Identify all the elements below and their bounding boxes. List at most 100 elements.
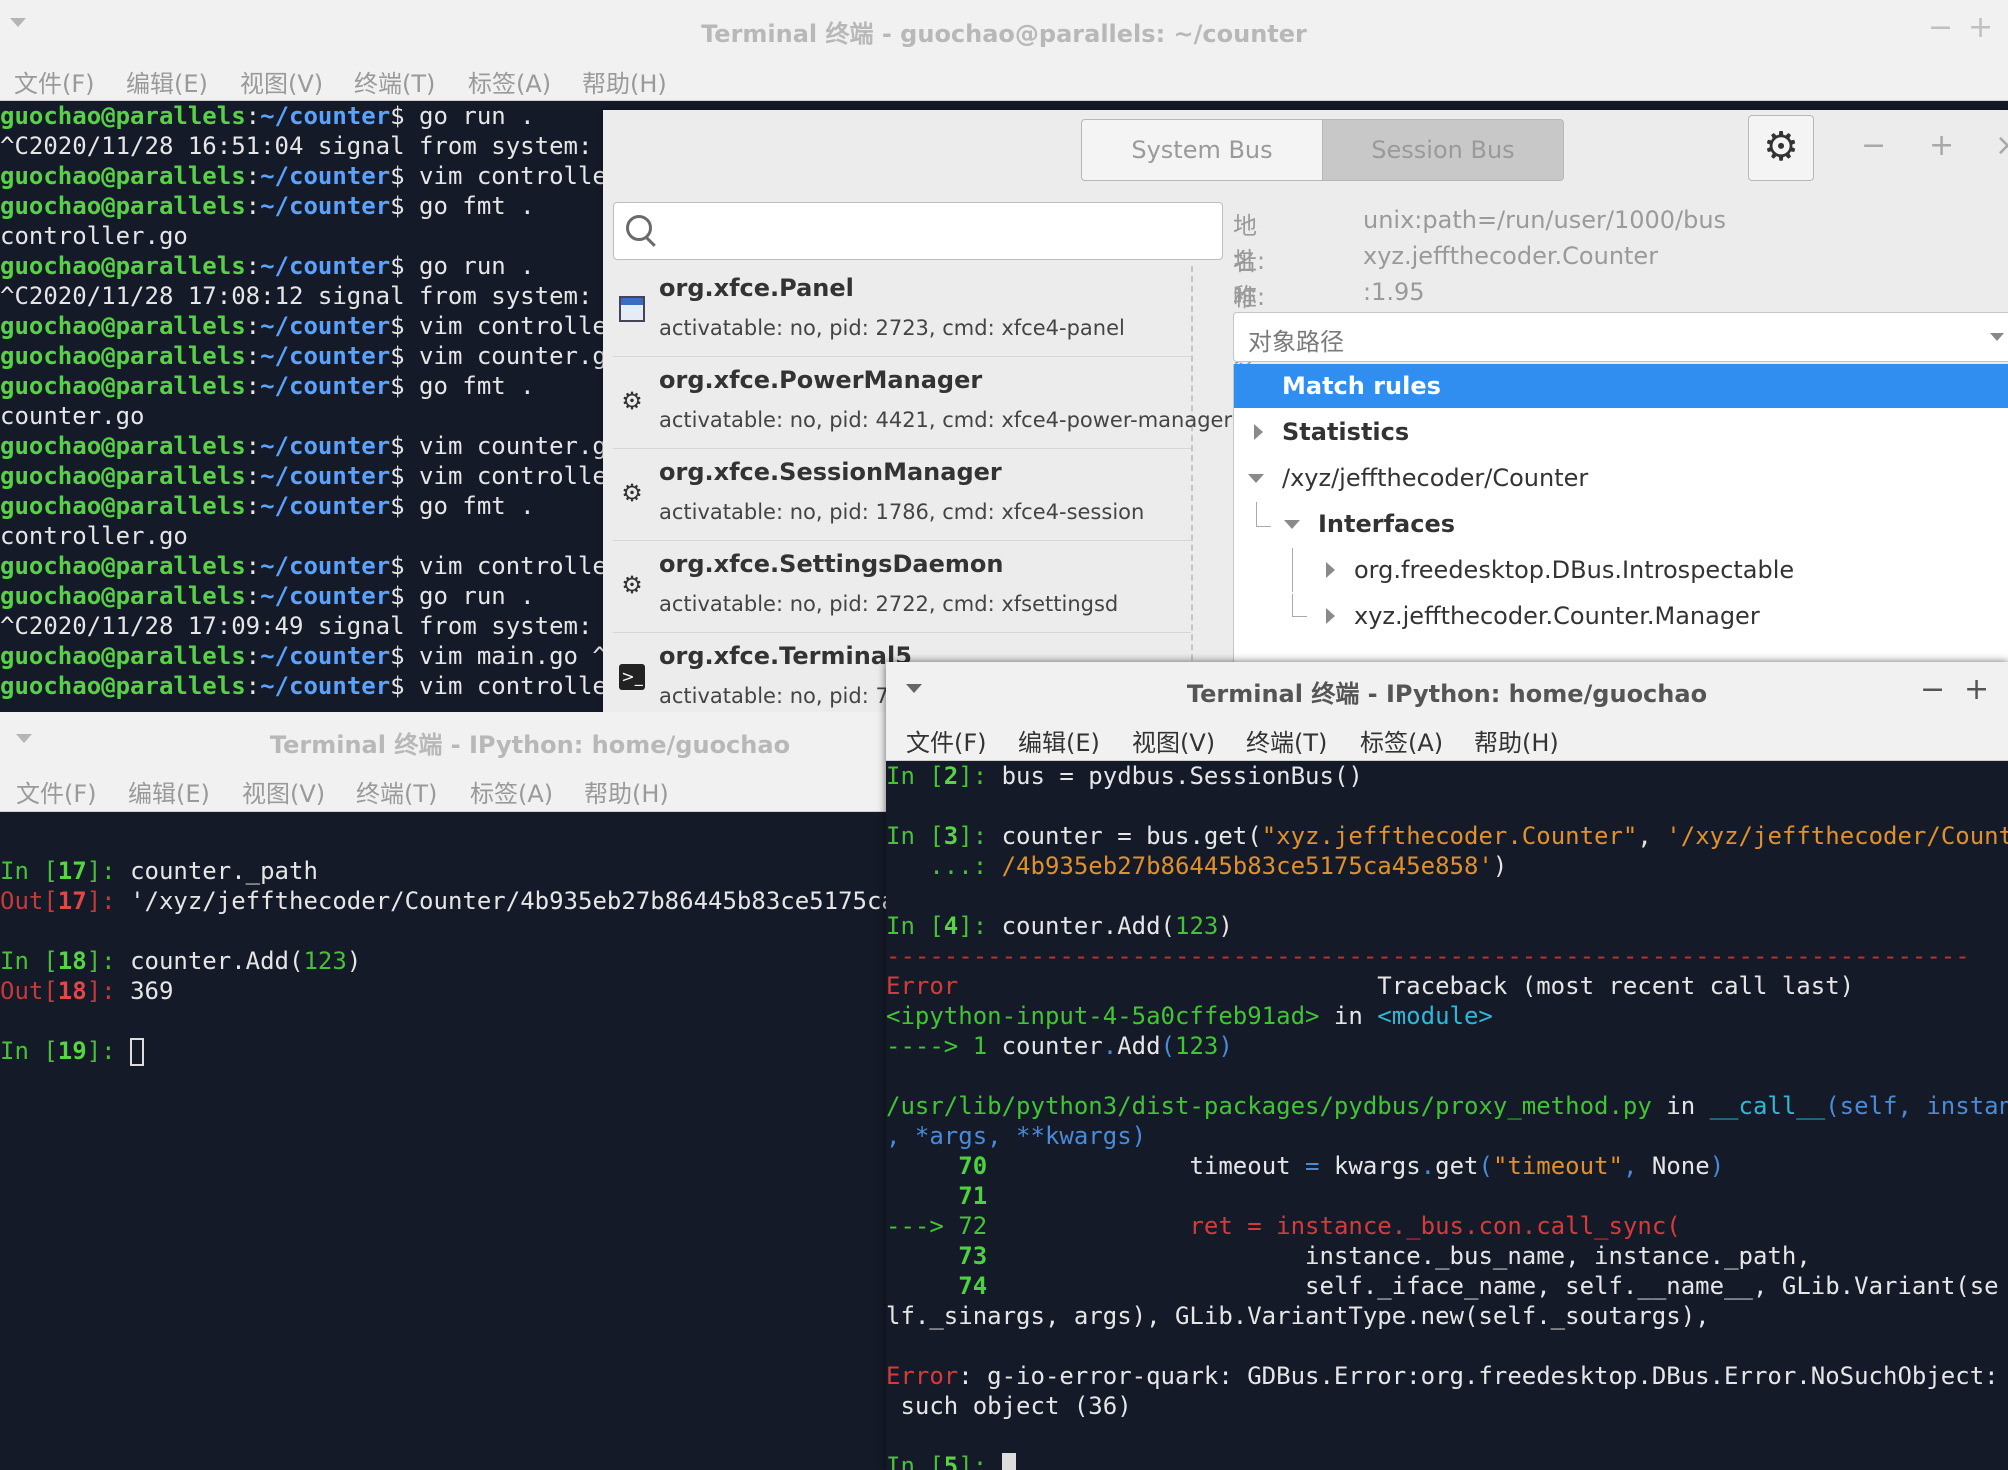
in-line-2: In [2]: bus = pydbus.SessionBus() bbox=[886, 762, 1363, 790]
in-line-18: In [18]: counter.Add(123) bbox=[0, 947, 362, 975]
maximize-icon[interactable]: + bbox=[1929, 128, 1954, 163]
menu-bar: 文件(F) 编辑(E) 视图(V) 终端(T) 标签(A) 帮助(H) bbox=[0, 58, 2008, 101]
error-message: Error: g-io-error-quark: GDBus.Error:org… bbox=[886, 1362, 2008, 1390]
separator-line: ----------------------------------------… bbox=[886, 942, 1970, 970]
service-list[interactable]: org.xfce.Panel activatable: no, pid: 272… bbox=[613, 266, 1232, 720]
terminal-line: ^C2020/11/28 17:08:12 signal from system… bbox=[0, 282, 593, 310]
terminal-line: guochao@parallels:~/counter$ vim control… bbox=[0, 462, 622, 490]
menu-file[interactable]: 文件(F) bbox=[14, 64, 95, 99]
menu-edit[interactable]: 编辑(E) bbox=[128, 774, 210, 809]
search-icon bbox=[626, 215, 652, 241]
menu-help[interactable]: 帮助(H) bbox=[584, 774, 669, 809]
in-line-19[interactable]: In [19]: bbox=[0, 1036, 145, 1066]
session-bus-tab[interactable]: Session Bus bbox=[1322, 119, 1564, 181]
menu-view[interactable]: 视图(V) bbox=[1132, 723, 1215, 758]
address-value: unix:path=/run/user/1000/bus bbox=[1363, 206, 1727, 234]
menu-tabs[interactable]: 标签(A) bbox=[470, 774, 553, 809]
gear-icon: ⚙ bbox=[621, 479, 643, 507]
text-cursor bbox=[130, 1038, 145, 1066]
in-line-17: In [17]: counter._path bbox=[0, 857, 318, 885]
in-line-5[interactable]: In [5]: bbox=[886, 1451, 1016, 1470]
window-title: Terminal 终端 - IPython: home/guochao bbox=[1186, 680, 1708, 708]
maximize-icon[interactable]: + bbox=[1964, 672, 1989, 707]
collapse-arrow-icon[interactable] bbox=[1284, 520, 1300, 529]
tree-item-interfaces[interactable]: Interfaces bbox=[1234, 502, 2008, 546]
collapse-arrow-icon[interactable] bbox=[1248, 474, 1264, 483]
menu-file[interactable]: 文件(F) bbox=[16, 774, 97, 809]
terminal-line: guochao@parallels:~/counter$ go fmt . bbox=[0, 492, 535, 520]
menu-view[interactable]: 视图(V) bbox=[242, 774, 325, 809]
title-bar[interactable]: Terminal 终端 - IPython: home/guochao − + bbox=[886, 662, 2008, 715]
terminal-line: guochao@parallels:~/counter$ go run . bbox=[0, 102, 535, 130]
expand-arrow-icon[interactable] bbox=[1326, 562, 1335, 578]
menu-help[interactable]: 帮助(H) bbox=[582, 64, 667, 99]
code-line-72: ---> 72 ret = instance._bus.con.call_syn… bbox=[886, 1212, 1681, 1240]
name-value: xyz.jeffthecoder.Counter bbox=[1363, 242, 1659, 270]
system-bus-tab[interactable]: System Bus bbox=[1081, 119, 1323, 181]
tree-item-iface-counter-manager[interactable]: xyz.jeffthecoder.Counter.Manager bbox=[1234, 594, 2008, 638]
in-line-4: In [4]: counter.Add(123) bbox=[886, 912, 1233, 940]
close-icon[interactable]: × bbox=[1995, 128, 2008, 163]
menu-terminal[interactable]: 终端(T) bbox=[1246, 723, 1327, 758]
expand-arrow-icon[interactable] bbox=[1326, 608, 1335, 624]
code-line-71: 71 bbox=[958, 1182, 988, 1210]
menu-file[interactable]: 文件(F) bbox=[906, 723, 987, 758]
menu-edit[interactable]: 编辑(E) bbox=[126, 64, 208, 99]
window-title: Terminal 终端 - guochao@parallels: ~/count… bbox=[701, 20, 1307, 48]
terminal-line: counter.go bbox=[0, 402, 145, 430]
tree-item-statistics[interactable]: Statistics bbox=[1234, 410, 2008, 454]
out-line-17: Out[17]: '/xyz/jeffthecoder/Counter/4b93… bbox=[0, 887, 900, 915]
menu-help[interactable]: 帮助(H) bbox=[1474, 723, 1559, 758]
error-message-cont: such object (36) bbox=[886, 1392, 1132, 1420]
terminal-line: controller.go bbox=[0, 222, 188, 250]
expand-arrow-icon[interactable] bbox=[1254, 424, 1263, 440]
menu-bar: 文件(F) 编辑(E) 视图(V) 终端(T) 标签(A) 帮助(H) bbox=[886, 714, 2008, 761]
menu-tabs[interactable]: 标签(A) bbox=[468, 64, 551, 99]
title-bar[interactable]: Terminal 终端 - IPython: home/guochao bbox=[0, 712, 900, 766]
terminal-line: guochao@parallels:~/counter$ vim control… bbox=[0, 312, 622, 340]
tree-connector bbox=[1292, 594, 1307, 617]
ipython-terminal-left: Terminal 终端 - IPython: home/guochao 文件(F… bbox=[0, 712, 900, 1470]
menu-terminal[interactable]: 终端(T) bbox=[354, 64, 435, 99]
list-item[interactable]: org.xfce.Panel activatable: no, pid: 272… bbox=[613, 266, 1191, 357]
menu-view[interactable]: 视图(V) bbox=[240, 64, 323, 99]
terminal-line: guochao@parallels:~/counter$ vim counter… bbox=[0, 342, 622, 370]
panel-icon bbox=[619, 296, 645, 322]
maximize-icon[interactable]: + bbox=[1968, 10, 1993, 45]
service-desc: activatable: no, pid: 779 bbox=[659, 684, 916, 708]
terminal-line: guochao@parallels:~/counter$ go run . bbox=[0, 582, 535, 610]
search-input[interactable] bbox=[613, 202, 1223, 260]
traceback-input: <ipython-input-4-5a0cffeb91ad> in <modul… bbox=[886, 1002, 1493, 1030]
menu-bar: 文件(F) 编辑(E) 视图(V) 终端(T) 标签(A) 帮助(H) bbox=[0, 765, 900, 812]
header-bar: System Bus Session Bus ⚙ − + × bbox=[603, 110, 2008, 192]
minimize-icon[interactable]: − bbox=[1928, 10, 1953, 45]
terminal-output[interactable]: In [2]: bus = pydbus.SessionBus() In [3]… bbox=[886, 761, 2008, 1470]
menu-tabs[interactable]: 标签(A) bbox=[1360, 723, 1443, 758]
in-line-3-cont: ...: /4b935eb27b86445b83ce5175ca45e858') bbox=[886, 852, 1508, 880]
chevron-down-icon bbox=[1990, 333, 2004, 341]
object-path-dropdown[interactable]: 对象路径 bbox=[1233, 312, 2008, 362]
menu-edit[interactable]: 编辑(E) bbox=[1018, 723, 1100, 758]
tree-item-object-path[interactable]: /xyz/jeffthecoder/Counter bbox=[1234, 456, 2008, 500]
code-line-73: 73 instance._bus_name, instance._path, bbox=[958, 1242, 1811, 1270]
terminal-line: guochao@parallels:~/counter$ vim control… bbox=[0, 552, 622, 580]
code-line-70: 70 timeout = kwargs.get("timeout", None) bbox=[958, 1152, 1725, 1180]
ipython-terminal-right: Terminal 终端 - IPython: home/guochao − + … bbox=[886, 662, 2008, 1470]
terminal-output[interactable]: In [17]: counter._path Out[17]: '/xyz/je… bbox=[0, 812, 900, 1470]
tree-item-iface-introspectable[interactable]: org.freedesktop.DBus.Introspectable bbox=[1234, 548, 2008, 592]
menu-terminal[interactable]: 终端(T) bbox=[356, 774, 437, 809]
service-desc: activatable: no, pid: 2723, cmd: xfce4-p… bbox=[659, 316, 1125, 340]
service-desc: activatable: no, pid: 4421, cmd: xfce4-p… bbox=[659, 408, 1233, 432]
list-item[interactable]: ⚙ org.xfce.SettingsDaemon activatable: n… bbox=[613, 542, 1191, 633]
title-bar[interactable]: Terminal 终端 - guochao@parallels: ~/count… bbox=[0, 0, 2008, 59]
out-line-18: Out[18]: 369 bbox=[0, 977, 174, 1005]
code-line-74: 74 self._iface_name, self.__name__, GLib… bbox=[958, 1272, 1999, 1300]
list-item[interactable]: ⚙ org.xfce.SessionManager activatable: n… bbox=[613, 450, 1191, 541]
tree-item-match-rules[interactable]: Match rules bbox=[1234, 364, 2008, 408]
minimize-icon[interactable]: − bbox=[1861, 128, 1886, 163]
service-name: org.xfce.Terminal5 bbox=[659, 642, 912, 670]
in-line-3: In [3]: counter = bus.get("xyz.jefftheco… bbox=[886, 822, 2008, 850]
list-item[interactable]: ⚙ org.xfce.PowerManager activatable: no,… bbox=[613, 358, 1232, 449]
settings-gear-icon[interactable]: ⚙ bbox=[1748, 115, 1814, 181]
minimize-icon[interactable]: − bbox=[1920, 672, 1945, 707]
